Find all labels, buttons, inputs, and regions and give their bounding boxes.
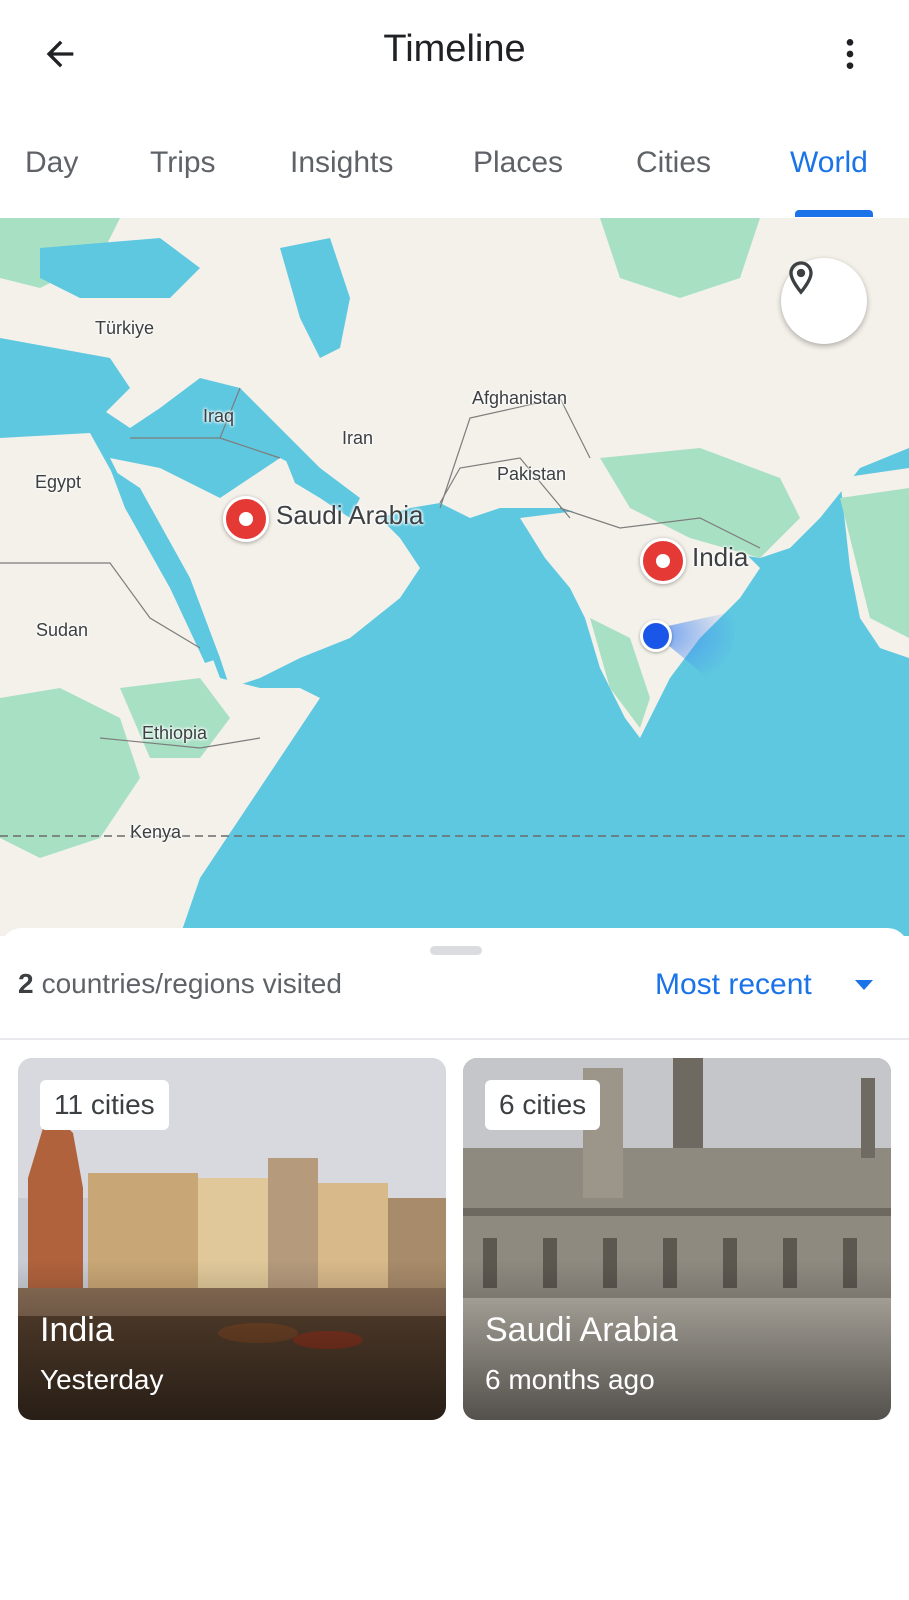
visited-summary-text: countries/regions visited	[41, 968, 342, 999]
countries-sheet: 2 countries/regions visited Most recent 1…	[0, 928, 909, 1600]
tab-places[interactable]: Places	[473, 146, 563, 180]
divider	[0, 1038, 909, 1040]
map-label-turkiye: Türkiye	[95, 318, 155, 338]
card-country-name: India	[40, 1311, 114, 1349]
tab-insights[interactable]: Insights	[290, 146, 393, 180]
page-title: Timeline	[383, 28, 526, 70]
sort-dropdown[interactable]: Most recent	[655, 968, 812, 1002]
world-map[interactable]: Türkiye Iraq Iran Afghanistan Pakistan E…	[0, 218, 909, 936]
city-count-chip: 6 cities	[485, 1080, 601, 1130]
active-tab-indicator	[795, 210, 873, 217]
map-label-iraq: Iraq	[203, 406, 235, 426]
tab-bar: Day Trips Insights Places Cities World	[0, 106, 909, 218]
visited-count: 2	[18, 968, 34, 999]
map-label-afghanistan: Afghanistan	[472, 388, 568, 408]
map-label-saudi-arabia: Saudi Arabia	[276, 500, 424, 530]
map-label-kenya: Kenya	[130, 822, 182, 842]
map-label-india: India	[692, 542, 749, 572]
dropdown-arrow-icon[interactable]	[855, 980, 873, 990]
more-vert-icon	[846, 39, 854, 69]
card-visit-date: 6 months ago	[485, 1364, 655, 1395]
drag-handle[interactable]	[430, 946, 482, 955]
tab-world[interactable]: World	[790, 146, 868, 180]
map-label-iran: Iran	[342, 428, 374, 448]
map-label-sudan: Sudan	[36, 620, 89, 640]
location-button[interactable]	[781, 258, 867, 344]
city-count-chip: 11 cities	[40, 1080, 169, 1130]
country-card-india[interactable]: 11 cities India Yesterday	[18, 1058, 446, 1420]
card-country-name: Saudi Arabia	[485, 1311, 678, 1349]
place-pin-icon	[789, 261, 813, 295]
map-label-egypt: Egypt	[35, 472, 82, 492]
tab-day[interactable]: Day	[25, 146, 78, 180]
tab-cities[interactable]: Cities	[636, 146, 711, 180]
india-pin[interactable]	[640, 538, 686, 584]
visited-summary: 2 countries/regions visited	[18, 968, 342, 1000]
app-bar: Timeline	[0, 0, 909, 106]
map-label-pakistan: Pakistan	[497, 464, 567, 484]
my-location-dot	[640, 620, 672, 652]
saudi-arabia-pin[interactable]	[223, 496, 269, 542]
card-visit-date: Yesterday	[40, 1364, 164, 1395]
tab-trips[interactable]: Trips	[150, 146, 216, 180]
country-card-saudi-arabia[interactable]: 6 cities Saudi Arabia 6 months ago	[463, 1058, 891, 1420]
map-label-ethiopia: Ethiopia	[142, 723, 208, 743]
more-options-button[interactable]	[820, 24, 880, 84]
